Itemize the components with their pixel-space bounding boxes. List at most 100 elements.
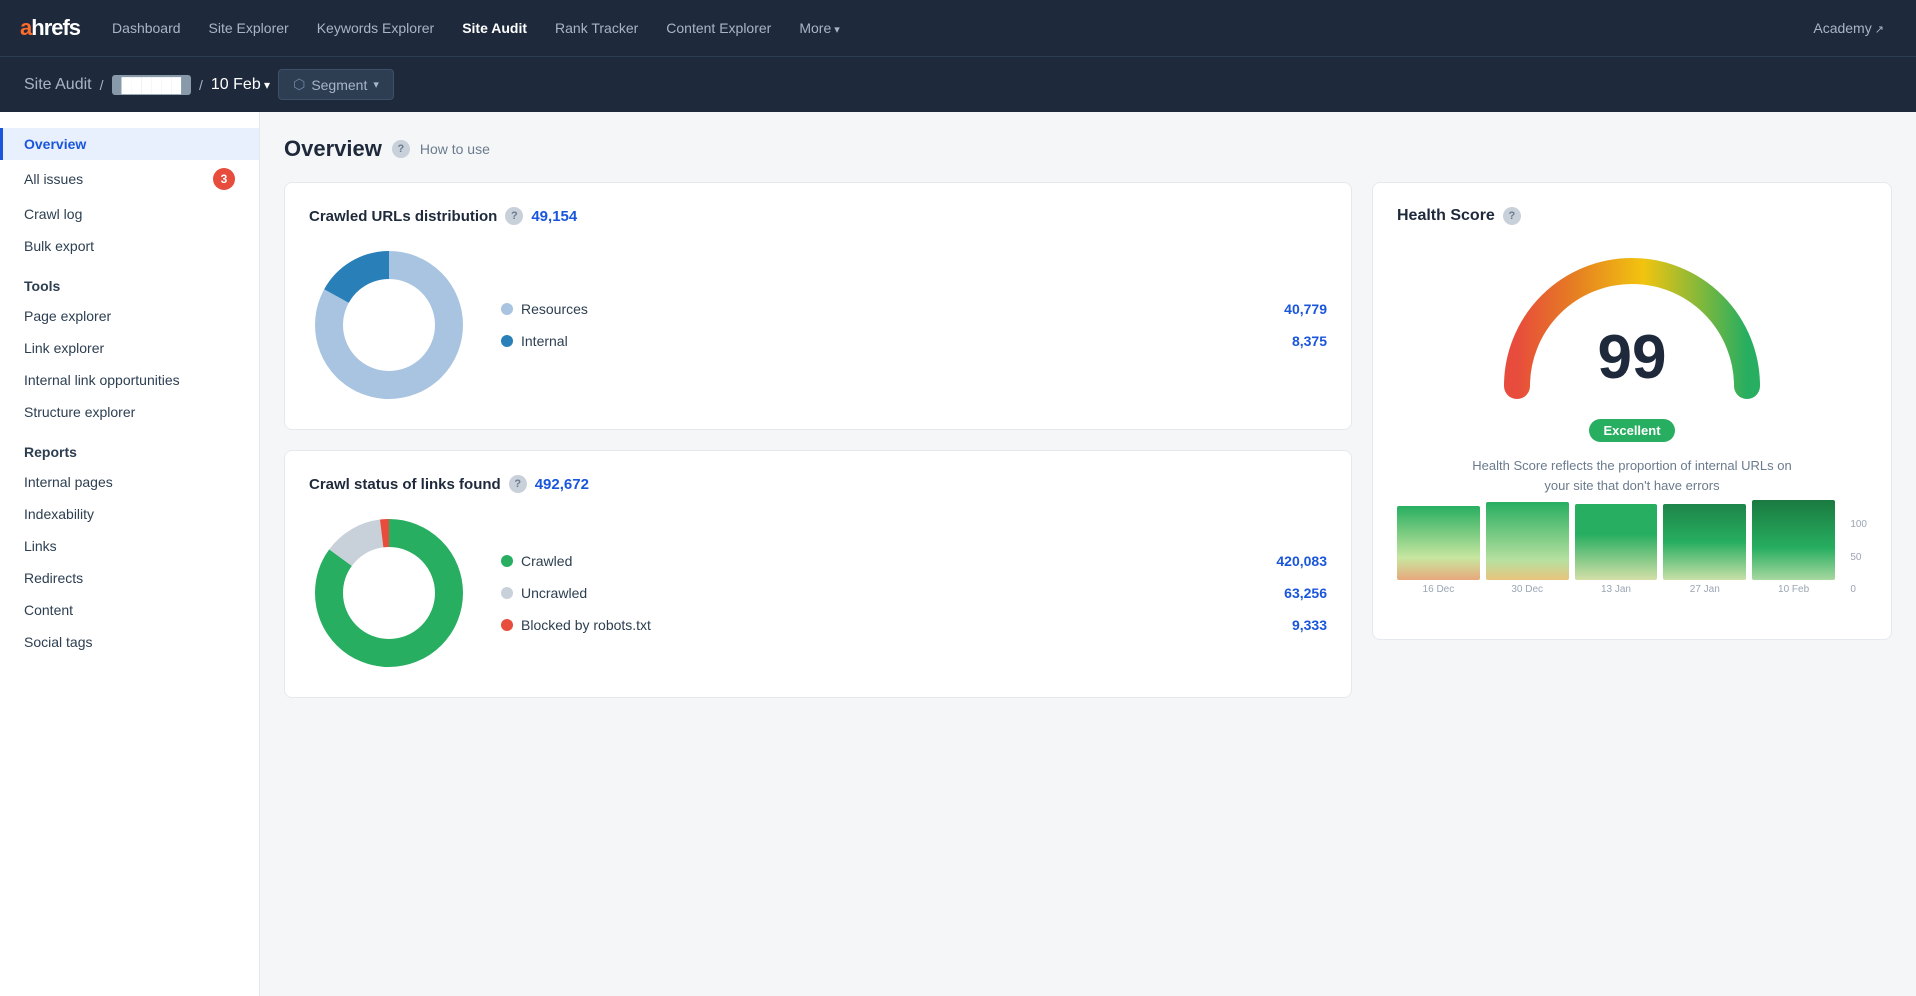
health-score-title: Health Score ? [1397, 207, 1521, 225]
sidebar: Overview All issues 3 Crawl log Bulk exp… [0, 112, 260, 996]
bar-2 [1486, 502, 1569, 580]
bar-5 [1752, 500, 1835, 580]
sidebar-item-indexability[interactable]: Indexability [0, 498, 259, 530]
legend-crawled-value: 420,083 [1276, 553, 1327, 569]
legend-resources-value: 40,779 [1284, 301, 1327, 317]
how-to-use-link[interactable]: How to use [420, 141, 490, 157]
sidebar-item-all-issues[interactable]: All issues 3 [0, 160, 259, 198]
nav-more[interactable]: More [787, 12, 851, 44]
sidebar-item-crawl-log[interactable]: Crawl log [0, 198, 259, 230]
nav-content-explorer[interactable]: Content Explorer [654, 12, 783, 44]
bar-group-3: 13 Jan [1575, 504, 1658, 595]
crawl-status-donut [309, 513, 469, 673]
y-label-100: 100 [1850, 519, 1867, 530]
legend-blocked-dot [501, 619, 513, 631]
legend-internal-label: Internal [501, 333, 568, 349]
legend-resources-text: Resources [521, 301, 588, 317]
breadcrumb-site-name[interactable]: ██████ [112, 75, 192, 95]
sidebar-item-bulk-export[interactable]: Bulk export [0, 230, 259, 262]
sidebar-item-link-explorer[interactable]: Link explorer [0, 332, 259, 364]
breadcrumb-date[interactable]: 10 Feb [211, 76, 270, 94]
page-header: Overview ? How to use [284, 136, 1892, 162]
nav-keywords-explorer[interactable]: Keywords Explorer [305, 12, 447, 44]
y-label-0: 0 [1850, 584, 1867, 595]
cards-grid: Crawled URLs distribution ? 49,154 [284, 182, 1892, 698]
top-navigation: ahrefs Dashboard Site Explorer Keywords … [0, 0, 1916, 56]
legend-item-crawled: Crawled 420,083 [501, 553, 1327, 569]
nav-rank-tracker[interactable]: Rank Tracker [543, 12, 650, 44]
logo-rest: hrefs [31, 15, 80, 40]
nav-site-audit[interactable]: Site Audit [450, 12, 539, 44]
bar-label-1: 16 Dec [1423, 584, 1455, 595]
sidebar-item-links[interactable]: Links [0, 530, 259, 562]
gauge-score: 99 [1598, 322, 1667, 393]
breadcrumb-site-audit: Site Audit [24, 76, 92, 94]
bar-chart-bars: 16 Dec 30 Dec 13 Jan [1397, 515, 1867, 615]
crawled-urls-card: Crawled URLs distribution ? 49,154 [284, 182, 1352, 430]
crawled-urls-total: 49,154 [531, 208, 577, 225]
crawl-status-card: Crawl status of links found ? 492,672 [284, 450, 1352, 698]
legend-crawled-text: Crawled [521, 553, 572, 569]
crawl-status-chart-row: Crawled 420,083 Uncrawled 63,256 [309, 513, 1327, 673]
sidebar-item-page-explorer[interactable]: Page explorer [0, 300, 259, 332]
bar-group-5: 10 Feb [1752, 500, 1835, 595]
health-score-description: Health Score reflects the proportion of … [1462, 456, 1802, 495]
logo-a: a [20, 15, 31, 40]
gauge-container: 99 [1492, 241, 1772, 411]
bar-group-4: 27 Jan [1663, 504, 1746, 595]
help-icon[interactable]: ? [392, 140, 410, 158]
crawl-status-card-title: Crawl status of links found ? 492,672 [309, 475, 1327, 493]
legend-item-blocked: Blocked by robots.txt 9,333 [501, 617, 1327, 633]
sidebar-item-overview[interactable]: Overview [0, 128, 259, 160]
page-title: Overview [284, 136, 382, 162]
legend-crawled-dot [501, 555, 513, 567]
sidebar-all-issues-label: All issues [24, 171, 83, 187]
bar-4 [1663, 504, 1746, 580]
legend-blocked-label: Blocked by robots.txt [501, 617, 651, 633]
health-score-card: Health Score ? [1372, 182, 1892, 640]
legend-uncrawled-label: Uncrawled [501, 585, 587, 601]
legend-crawled-label: Crawled [501, 553, 572, 569]
bar-label-3: 13 Jan [1601, 584, 1631, 595]
legend-uncrawled-text: Uncrawled [521, 585, 587, 601]
legend-uncrawled-value: 63,256 [1284, 585, 1327, 601]
ahrefs-logo[interactable]: ahrefs [20, 15, 80, 41]
health-score-help-icon[interactable]: ? [1503, 207, 1521, 225]
sidebar-item-internal-pages[interactable]: Internal pages [0, 466, 259, 498]
y-label-50: 50 [1850, 552, 1867, 563]
crawl-status-legend: Crawled 420,083 Uncrawled 63,256 [501, 553, 1327, 633]
bar-label-4: 27 Jan [1690, 584, 1720, 595]
nav-academy[interactable]: Academy [1801, 12, 1896, 44]
legend-item-uncrawled: Uncrawled 63,256 [501, 585, 1327, 601]
bar-3 [1575, 504, 1658, 580]
sidebar-item-internal-link-opportunities[interactable]: Internal link opportunities [0, 364, 259, 396]
bar-chart-y-axis: 100 50 0 [1850, 515, 1867, 595]
crawled-urls-legend: Resources 40,779 Internal 8,375 [501, 301, 1327, 349]
main-layout: Overview All issues 3 Crawl log Bulk exp… [0, 112, 1916, 996]
bar-group-1: 16 Dec [1397, 506, 1480, 595]
segment-button[interactable]: Segment [278, 69, 394, 100]
legend-item-internal: Internal 8,375 [501, 333, 1327, 349]
sidebar-item-structure-explorer[interactable]: Structure explorer [0, 396, 259, 428]
crawled-urls-donut-svg [309, 245, 469, 405]
nav-site-explorer[interactable]: Site Explorer [197, 12, 301, 44]
legend-resources-label: Resources [501, 301, 588, 317]
sidebar-item-redirects[interactable]: Redirects [0, 562, 259, 594]
crawled-urls-title-text: Crawled URLs distribution [309, 208, 497, 225]
sidebar-item-social-tags[interactable]: Social tags [0, 626, 259, 658]
bar-label-2: 30 Dec [1511, 584, 1543, 595]
crawled-urls-donut [309, 245, 469, 405]
health-score-badge: Excellent [1589, 419, 1674, 442]
crawl-status-title-text: Crawl status of links found [309, 476, 501, 493]
crawl-status-help-icon[interactable]: ? [509, 475, 527, 493]
nav-dashboard[interactable]: Dashboard [100, 12, 193, 44]
bar-label-5: 10 Feb [1778, 584, 1809, 595]
content-area: Overview ? How to use Crawled URLs distr… [260, 112, 1916, 996]
legend-resources-dot [501, 303, 513, 315]
health-score-title-text: Health Score [1397, 207, 1495, 225]
sidebar-section-tools: Tools [0, 262, 259, 300]
legend-blocked-text: Blocked by robots.txt [521, 617, 651, 633]
sidebar-item-content[interactable]: Content [0, 594, 259, 626]
crawled-urls-help-icon[interactable]: ? [505, 207, 523, 225]
health-bar-chart: 16 Dec 30 Dec 13 Jan [1397, 515, 1867, 615]
